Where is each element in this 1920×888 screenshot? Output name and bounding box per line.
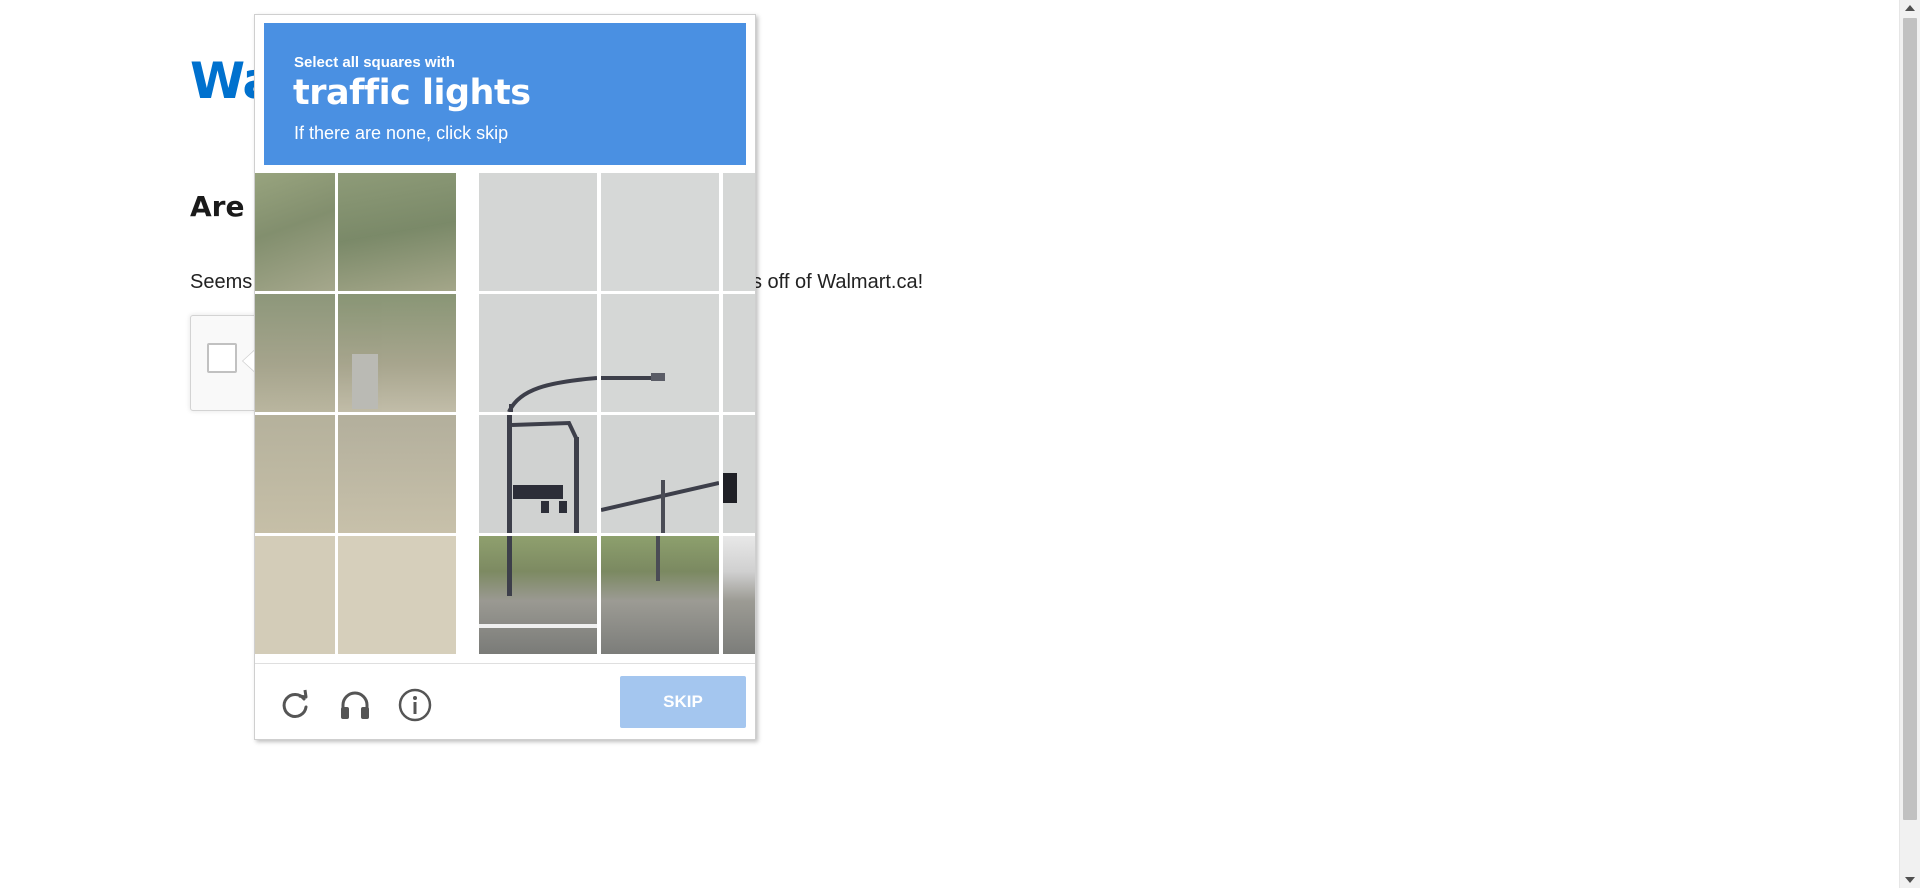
grid-tile[interactable] [723, 294, 755, 412]
page-body-text-tail: s off of Walmart.ca! [752, 271, 924, 293]
reload-icon[interactable] [277, 687, 313, 723]
scroll-down-arrow-icon[interactable] [1905, 877, 1915, 883]
challenge-target: traffic lights [293, 73, 531, 113]
grid-tile[interactable] [723, 173, 755, 291]
captcha-challenge-popup: Select all squares with traffic lights I… [243, 14, 756, 740]
grid-tile[interactable] [601, 294, 719, 412]
challenge-image-grid [255, 173, 755, 655]
grid-tile[interactable] [338, 415, 456, 533]
info-icon[interactable] [397, 687, 433, 723]
grid-tile[interactable] [479, 294, 597, 412]
challenge-subtext: If there are none, click skip [294, 123, 509, 143]
challenge-instruction: Select all squares with [294, 54, 455, 71]
grid-tile[interactable] [479, 536, 597, 654]
grid-tile[interactable] [338, 173, 456, 291]
grid-tile[interactable] [338, 294, 456, 412]
grid-tile[interactable] [601, 536, 719, 654]
popup-pointer-inner [243, 351, 254, 371]
page-body-text: Seems [190, 271, 253, 293]
grid-tile[interactable] [723, 536, 755, 654]
grid-tile[interactable] [479, 173, 597, 291]
grid-tile[interactable] [255, 173, 335, 291]
grid-tile[interactable] [601, 415, 719, 533]
recaptcha-checkbox[interactable] [207, 343, 237, 373]
challenge-header: Select all squares with traffic lights I… [264, 23, 746, 165]
grid-tile[interactable] [255, 415, 335, 533]
audio-icon[interactable] [337, 687, 373, 723]
grid-tile[interactable] [255, 536, 335, 654]
grid-tile[interactable] [601, 173, 719, 291]
scroll-up-arrow-icon[interactable] [1905, 5, 1915, 11]
grid-tile[interactable] [479, 415, 597, 533]
footer-divider [255, 663, 755, 664]
skip-button[interactable]: SKIP [620, 676, 746, 728]
scrollbar-thumb[interactable] [1903, 18, 1917, 820]
grid-tile[interactable] [255, 294, 335, 412]
grid-tile[interactable] [723, 415, 755, 533]
grid-tile[interactable] [338, 536, 456, 654]
page-scrollbar[interactable] [1899, 0, 1920, 888]
